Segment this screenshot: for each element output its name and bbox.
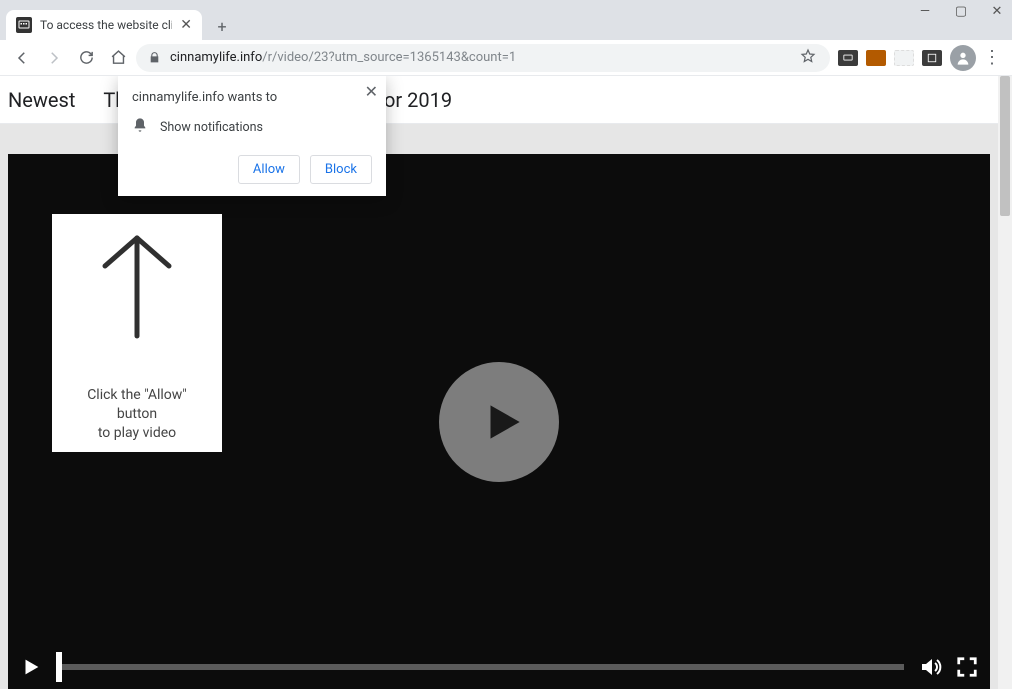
video-controls-bar [20,655,978,679]
fullscreen-icon[interactable] [956,656,978,678]
lock-icon [148,51,162,64]
toolbar: cinnamylife.info/r/video/23?utm_source=1… [0,40,1012,76]
extension-icon-3[interactable] [894,50,914,66]
home-button[interactable] [104,44,132,72]
scroll-thumb[interactable] [1000,76,1010,216]
window-controls: — ▢ ✕ [918,4,1004,18]
bell-icon [132,117,148,137]
popup-origin-text: cinnamylife.info wants to [132,90,372,105]
window-maximize-button[interactable]: ▢ [954,4,968,18]
instruction-text: Click the "Allow" button to play video [66,386,208,443]
extension-icon-1[interactable] [838,50,858,66]
profile-avatar-button[interactable] [950,45,976,71]
url-text: cinnamylife.info/r/video/23?utm_source=1… [170,50,516,65]
back-button[interactable] [8,44,36,72]
extensions-area [834,50,946,66]
volume-icon[interactable] [918,655,942,679]
video-player: Click the "Allow" button to play video [8,154,990,689]
popup-close-button[interactable]: ✕ [365,82,378,101]
allow-button[interactable]: Allow [238,155,300,184]
forward-button[interactable] [40,44,68,72]
extension-icon-4[interactable] [922,50,942,66]
page-viewport: Newest The or 2019 Click the "Allow" but… [0,76,1012,689]
play-button-center[interactable] [439,362,559,482]
tab-close-button[interactable]: ✕ [180,17,192,33]
extension-icon-2[interactable] [866,50,886,66]
browser-tab[interactable]: To access the website click the "/ ✕ [6,10,202,40]
vertical-scrollbar[interactable] [998,76,1012,689]
window-minimize-button[interactable]: — [918,4,932,18]
progress-knob[interactable] [56,652,62,682]
block-button[interactable]: Block [310,155,372,184]
instruction-overlay: Click the "Allow" button to play video [52,214,222,452]
tab-title: To access the website click the "/ [40,18,172,32]
bookmark-star-icon[interactable] [800,48,818,68]
video-progress-bar[interactable] [56,664,904,670]
browser-menu-button[interactable]: ⋮ [980,46,1004,70]
tab-favicon [16,17,32,33]
notification-permission-popup: ✕ cinnamylife.info wants to Show notific… [118,76,386,196]
header-link-newest[interactable]: Newest [8,88,75,112]
arrow-up-icon [99,232,175,346]
play-icon[interactable] [20,656,42,678]
new-tab-button[interactable]: + [208,12,236,40]
tab-strip: To access the website click the "/ ✕ + [0,8,1012,40]
header-text-right: or 2019 [384,88,452,112]
reload-button[interactable] [72,44,100,72]
popup-permission-label: Show notifications [160,120,263,135]
address-bar[interactable]: cinnamylife.info/r/video/23?utm_source=1… [136,44,830,72]
window-close-button[interactable]: ✕ [990,4,1004,18]
